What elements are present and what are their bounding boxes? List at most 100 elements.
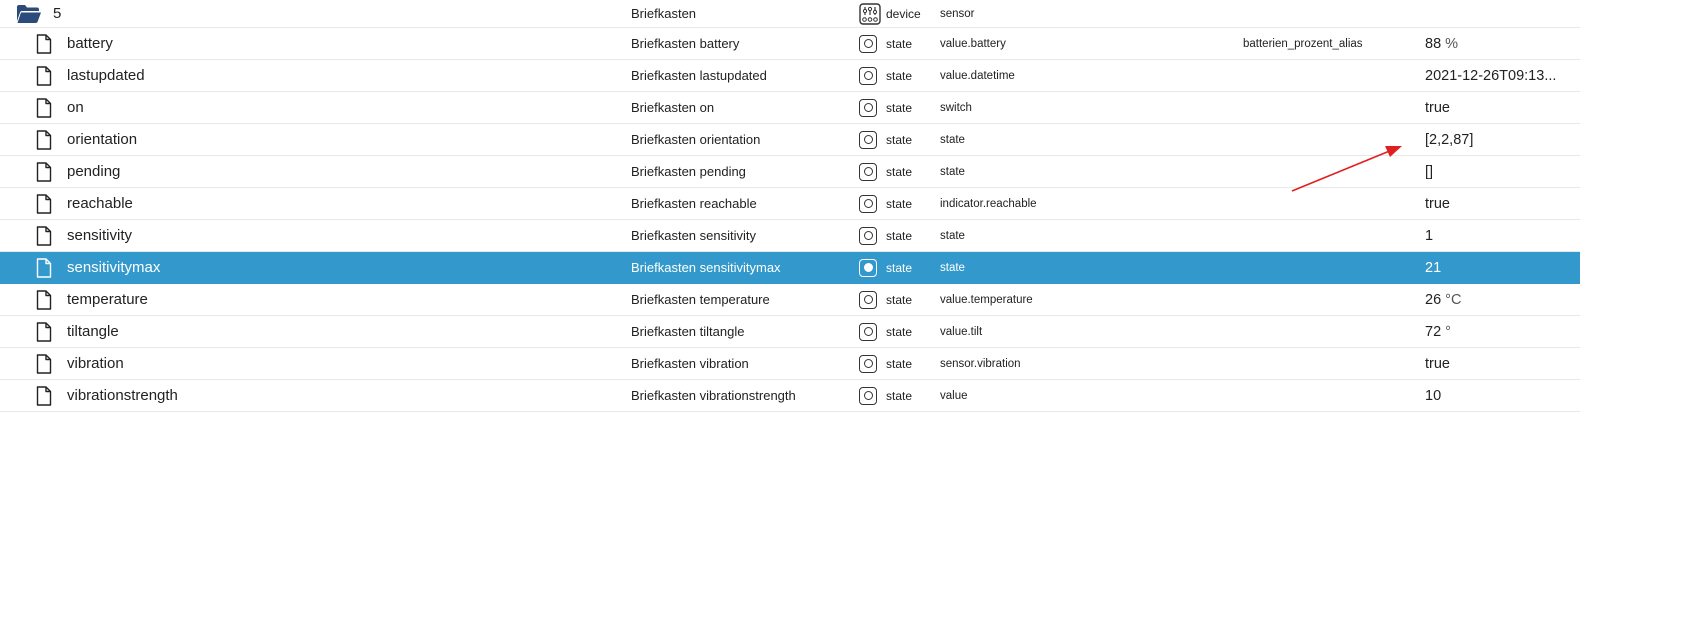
file-icon	[36, 28, 56, 59]
row-type: state	[886, 292, 913, 307]
file-icon	[36, 188, 56, 219]
row-type: state	[886, 260, 913, 275]
row-alias: batterien_prozent_alias	[1243, 37, 1363, 50]
table-row[interactable]: orientation Briefkasten orientation stat…	[0, 124, 1580, 156]
row-type: state	[886, 324, 913, 339]
row-value[interactable]: [2,2,87]	[1425, 124, 1477, 155]
state-icon	[859, 60, 883, 91]
row-value[interactable]: 88%	[1425, 28, 1458, 59]
row-type: state	[886, 356, 913, 371]
row-name: Briefkasten sensitivity	[631, 228, 756, 243]
table-row[interactable]: pending Briefkasten pending state state …	[0, 156, 1580, 188]
state-icon	[859, 252, 883, 283]
row-id: battery	[67, 35, 113, 52]
row-id: pending	[67, 163, 121, 180]
value-text: 21	[1425, 259, 1442, 276]
table-row[interactable]: vibration Briefkasten vibration state se…	[0, 348, 1580, 380]
folder-name: Briefkasten	[631, 6, 697, 21]
row-type: state	[886, 388, 913, 403]
file-icon	[36, 348, 56, 379]
value-text: 2021-12-26T09:13...	[1425, 67, 1557, 84]
row-name: Briefkasten tiltangle	[631, 324, 745, 339]
row-name: Briefkasten sensitivitymax	[631, 260, 781, 275]
row-value[interactable]: true	[1425, 348, 1454, 379]
value-unit: °	[1445, 323, 1451, 340]
row-type: state	[886, 228, 913, 243]
row-role: value.battery	[940, 37, 1006, 50]
row-role: value.tilt	[940, 325, 983, 338]
state-icon	[859, 188, 883, 219]
file-icon	[36, 380, 56, 411]
table-row[interactable]: temperature Briefkasten temperature stat…	[0, 284, 1580, 316]
row-role: state	[940, 229, 965, 242]
row-id: lastupdated	[67, 67, 145, 84]
folder-role: sensor	[940, 7, 975, 20]
folder-id: 5	[53, 5, 62, 22]
row-type: state	[886, 68, 913, 83]
row-role: indicator.reachable	[940, 197, 1037, 210]
value-text: true	[1425, 355, 1450, 372]
row-name: Briefkasten vibrationstrength	[631, 388, 796, 403]
value-text: true	[1425, 99, 1450, 116]
row-role: state	[940, 261, 965, 274]
file-icon	[36, 316, 56, 347]
folder-type: device	[886, 6, 921, 21]
table-row[interactable]: sensitivity Briefkasten sensitivity stat…	[0, 220, 1580, 252]
file-icon	[36, 124, 56, 155]
row-id: orientation	[67, 131, 138, 148]
row-name: Briefkasten pending	[631, 164, 746, 179]
table-row[interactable]: on Briefkasten on state switch true	[0, 92, 1580, 124]
value-unit: %	[1445, 35, 1459, 52]
folder-open-icon[interactable]	[16, 0, 44, 27]
row-role: state	[940, 165, 965, 178]
row-value[interactable]: 10	[1425, 380, 1445, 411]
file-icon	[36, 252, 56, 283]
value-text: 1	[1425, 227, 1434, 244]
row-role: value.datetime	[940, 69, 1015, 82]
row-id: sensitivity	[67, 227, 133, 244]
row-name: Briefkasten orientation	[631, 132, 761, 147]
table-row[interactable]: sensitivitymax Briefkasten sensitivityma…	[0, 252, 1580, 284]
row-value[interactable]: 1	[1425, 220, 1437, 251]
row-type: state	[886, 36, 913, 51]
row-id: vibration	[67, 355, 124, 372]
state-icon	[859, 348, 883, 379]
file-icon	[36, 284, 56, 315]
value-text: []	[1425, 163, 1434, 180]
row-value[interactable]: true	[1425, 92, 1454, 123]
row-name: Briefkasten temperature	[631, 292, 770, 307]
file-icon	[36, 156, 56, 187]
value-text: true	[1425, 195, 1450, 212]
table-row[interactable]: reachable Briefkasten reachable state in…	[0, 188, 1580, 220]
file-icon	[36, 220, 56, 251]
file-icon	[36, 60, 56, 91]
value-unit: °C	[1445, 291, 1462, 308]
row-id: temperature	[67, 291, 148, 308]
row-type: state	[886, 132, 913, 147]
table-row[interactable]: lastupdated Briefkasten lastupdated stat…	[0, 60, 1580, 92]
device-icon	[859, 0, 883, 27]
row-name: Briefkasten lastupdated	[631, 68, 767, 83]
row-value[interactable]: 2021-12-26T09:13...	[1425, 60, 1560, 91]
row-id: reachable	[67, 195, 133, 212]
row-value[interactable]: []	[1425, 156, 1437, 187]
state-icon	[859, 316, 883, 347]
value-text: [2,2,87]	[1425, 131, 1474, 148]
table-row[interactable]: battery Briefkasten battery state value.…	[0, 28, 1580, 60]
row-id: on	[67, 99, 84, 116]
state-icon	[859, 28, 883, 59]
table-row[interactable]: vibrationstrength Briefkasten vibrations…	[0, 380, 1580, 412]
row-name: Briefkasten on	[631, 100, 715, 115]
table-row[interactable]: tiltangle Briefkasten tiltangle state va…	[0, 316, 1580, 348]
state-icon	[859, 92, 883, 123]
value-text: 10	[1425, 387, 1442, 404]
row-value[interactable]: true	[1425, 188, 1454, 219]
row-value[interactable]: 21	[1425, 252, 1445, 283]
row-value[interactable]: 72 °	[1425, 316, 1451, 347]
row-type: state	[886, 196, 913, 211]
row-value[interactable]: 26 °C	[1425, 284, 1461, 315]
row-role: value	[940, 389, 968, 402]
file-icon	[36, 92, 56, 123]
folder-row[interactable]: 5 Briefkasten device sensor	[0, 0, 1580, 28]
row-role: sensor.vibration	[940, 357, 1021, 370]
